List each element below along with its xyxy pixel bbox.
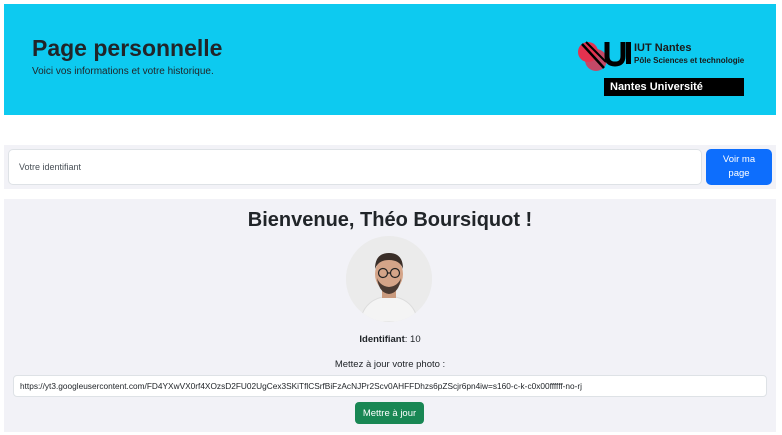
identifier-search-bar: Voir ma page (4, 145, 776, 189)
page-header: Page personnelle Voici vos informations … (4, 4, 776, 115)
photo-url-input[interactable] (13, 375, 767, 397)
page-subtitle: Voici vos informations et votre historiq… (32, 66, 214, 77)
profile-photo (346, 236, 432, 322)
identifier-line: Identifiant: 10 (4, 334, 776, 345)
update-photo-button[interactable]: Mettre à jour (355, 402, 424, 424)
logo-subtitle: Pôle Sciences et technologie (634, 56, 745, 65)
photo-update-label: Mettez à jour votre photo : (334, 359, 446, 370)
logo-band: Nantes Université (604, 78, 744, 96)
identifier-value: : 10 (404, 334, 421, 345)
logo-title: IUT Nantes (634, 42, 692, 54)
profile-card: Bienvenue, Théo Boursiquot ! Identifiant… (4, 199, 776, 432)
view-page-button[interactable]: Voir ma page (706, 149, 772, 185)
avatar (346, 236, 432, 322)
nantes-universite-logo-icon (578, 41, 631, 71)
identifier-label: Identifiant (359, 334, 405, 345)
iut-nantes-logo: IUT Nantes Pôle Sciences et technologie … (574, 38, 744, 98)
welcome-heading: Bienvenue, Théo Boursiquot ! (247, 209, 533, 231)
page-title: Page personnelle (32, 35, 223, 61)
identifier-input[interactable] (8, 149, 702, 185)
